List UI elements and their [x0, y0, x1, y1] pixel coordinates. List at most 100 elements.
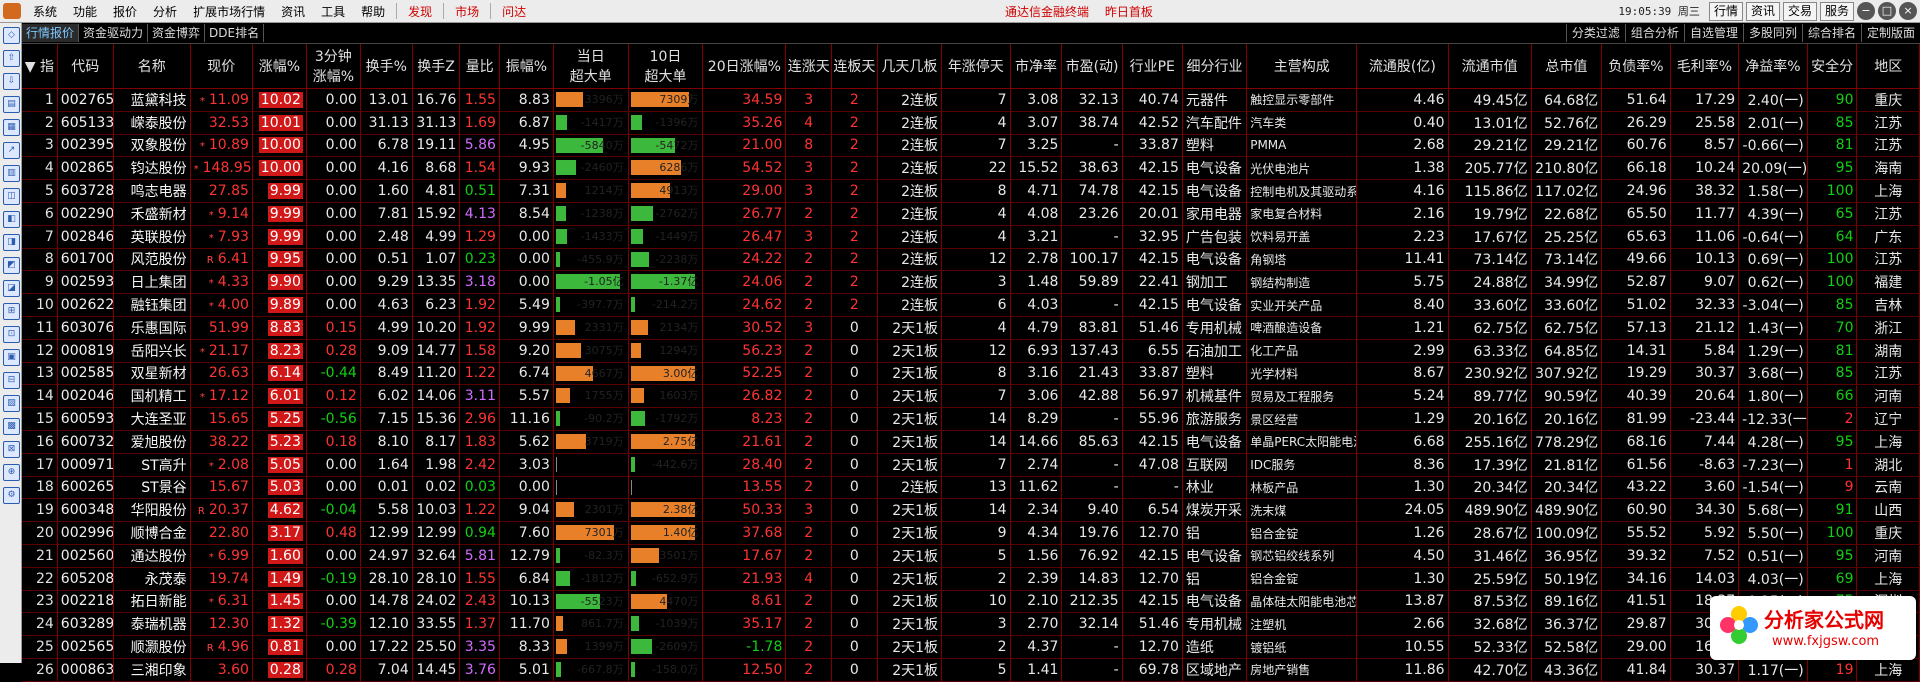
- column-header-7[interactable]: 换手Z: [412, 44, 461, 89]
- toolbar-icon-17[interactable]: ▩: [3, 418, 20, 435]
- notice-1[interactable]: 通达信金融终端: [1005, 5, 1089, 19]
- toolbar-icon-19[interactable]: ⊕: [3, 464, 20, 481]
- toolbar-icon-18[interactable]: ⊠: [3, 441, 20, 458]
- service-button[interactable]: 服务: [1819, 1, 1854, 21]
- tab-quotes[interactable]: 行情报价: [22, 24, 80, 42]
- table-row[interactable]: 16 600732 爱旭股份 38.22 5.23 0.18 8.10 8.17 1.83 5.6…: [22, 430, 1920, 454]
- table-row[interactable]: 3 002395 双象股份 * 10.89 10.00 0.00 6.78 19.11 5.86 4…: [22, 134, 1920, 158]
- toolbar-icon-8[interactable]: ◧: [3, 211, 20, 228]
- column-header-17[interactable]: 市净率: [1010, 44, 1063, 89]
- table-row[interactable]: 21 002560 通达股份 * 6.99 1.60 0.00 24.97 32.64 5.81 1…: [22, 544, 1920, 568]
- table-row[interactable]: 5 603728 鸣志电器 27.85 9.99 0.00 1.60 4.81 0.51 7.31…: [22, 179, 1920, 203]
- menu-item-6[interactable]: 工具: [313, 3, 353, 20]
- toolbar-icon-9[interactable]: ◨: [3, 234, 20, 251]
- table-row[interactable]: 12 000819 岳阳兴长 * 21.17 8.23 0.28 9.09 14.77 1.58 9…: [22, 339, 1920, 363]
- menu-item-4[interactable]: 扩展市场行情: [185, 3, 273, 20]
- menu-red-item-1[interactable]: 市场: [447, 3, 487, 20]
- toolbar-icon-7[interactable]: ◫: [3, 188, 20, 205]
- column-header-26[interactable]: 毛利率%: [1670, 44, 1740, 89]
- column-header-1[interactable]: 代码: [57, 44, 114, 89]
- column-header-28[interactable]: 安全分: [1807, 44, 1858, 89]
- toolbar-icon-12[interactable]: ⊞: [3, 303, 20, 320]
- column-header-27[interactable]: 净益率%: [1738, 44, 1808, 89]
- menu-red-item-2[interactable]: 问达: [494, 3, 534, 20]
- tab-watchlist-manage[interactable]: 自选管理: [1683, 24, 1743, 42]
- column-header-11[interactable]: 10日 超大单: [628, 44, 704, 89]
- table-row[interactable]: 23 002218 拓日新能 * 6.31 1.45 0.00 14.78 24.02 2.43 1…: [22, 590, 1920, 614]
- column-header-3[interactable]: 现价: [190, 44, 253, 89]
- trade-button[interactable]: 交易: [1782, 1, 1817, 21]
- column-header-18[interactable]: 市盈(动): [1061, 44, 1123, 89]
- column-header-29[interactable]: 地区: [1856, 44, 1920, 89]
- menu-item-1[interactable]: 功能: [65, 3, 105, 20]
- toolbar-icon-6[interactable]: ▥: [3, 165, 20, 182]
- column-header-25[interactable]: 负债率%: [1601, 44, 1671, 89]
- toolbar-icon-3[interactable]: ▤: [3, 96, 20, 113]
- column-header-6[interactable]: 换手%: [360, 44, 413, 89]
- tab-category-filter[interactable]: 分类过滤: [1565, 24, 1625, 42]
- menu-item-5[interactable]: 资讯: [273, 3, 313, 20]
- table-row[interactable]: 13 002585 双星新材 26.63 6.14 -0.44 8.49 11.20 1.22 6…: [22, 362, 1920, 386]
- column-header-14[interactable]: 连板天: [831, 44, 878, 89]
- toolbar-icon-11[interactable]: ◪: [3, 280, 20, 297]
- table-row[interactable]: 7 002846 英联股份 * 7.93 9.99 0.00 2.48 4.99 1.29 0.00…: [22, 225, 1920, 249]
- tab-dde-rank[interactable]: DDE排名: [205, 24, 265, 42]
- toolbar-icon-10[interactable]: ◩: [3, 257, 20, 274]
- toolbar-icon-15[interactable]: ⊟: [3, 372, 20, 389]
- column-header-12[interactable]: 20日涨幅%: [702, 44, 787, 89]
- column-header-2[interactable]: 名称: [113, 44, 191, 89]
- toolbar-icon-14[interactable]: ▣: [3, 349, 20, 366]
- menu-item-3[interactable]: 分析: [145, 3, 185, 20]
- toolbar-icon-4[interactable]: ▦: [3, 119, 20, 136]
- column-header-8[interactable]: 量比: [459, 44, 500, 89]
- column-header-15[interactable]: 几天几板: [877, 44, 943, 89]
- tab-custom-layout[interactable]: 定制版面: [1860, 24, 1920, 42]
- column-header-0[interactable]: ▼ 指: [22, 44, 58, 89]
- notice-2[interactable]: 昨日首板: [1105, 5, 1153, 19]
- column-header-9[interactable]: 振幅%: [499, 44, 554, 89]
- toolbar-icon-16[interactable]: ▨: [3, 395, 20, 412]
- table-row[interactable]: 17 000971 ST高升 * 2.08 5.05 0.00 1.64 1.98 2.42 3.0…: [22, 453, 1920, 477]
- column-header-24[interactable]: 总市值: [1531, 44, 1603, 89]
- tab-combo-analysis[interactable]: 组合分析: [1624, 24, 1684, 42]
- table-row[interactable]: 6 002290 禾盛新材 * 9.14 9.99 0.00 7.81 15.92 4.13 8.5…: [22, 202, 1920, 226]
- column-header-4[interactable]: 涨幅%: [252, 44, 307, 89]
- toolbar-icon-20[interactable]: ⚙: [3, 487, 20, 504]
- column-header-10[interactable]: 当日 超大单: [553, 44, 629, 89]
- menu-item-7[interactable]: 帮助: [353, 3, 393, 20]
- quote-button[interactable]: 行情: [1708, 1, 1743, 21]
- column-header-13[interactable]: 连涨天: [785, 44, 833, 89]
- table-row[interactable]: 10 002622 融钰集团 * 4.00 9.89 0.00 4.63 6.23 1.92 5.4…: [22, 293, 1920, 317]
- column-header-19[interactable]: 行业PE: [1122, 44, 1183, 89]
- table-row[interactable]: 1 002765 蓝黛科技 * 11.09 10.02 0.00 13.01 16.76 1.55…: [22, 88, 1920, 112]
- toolbar-icon-13[interactable]: ⊡: [3, 326, 20, 343]
- maximize-icon[interactable]: □: [1878, 2, 1896, 20]
- tab-overall-rank[interactable]: 综合排名: [1801, 24, 1861, 42]
- tab-fund-game[interactable]: 资金博弈: [148, 24, 206, 42]
- menu-item-0[interactable]: 系统: [25, 3, 65, 20]
- column-header-22[interactable]: 流通股(亿): [1356, 44, 1449, 89]
- table-row[interactable]: 20 002996 顺博合金 22.80 3.17 0.48 12.99 12.99 0.94 7…: [22, 521, 1920, 545]
- table-row[interactable]: 22 605208 永茂泰 19.74 1.49 -0.19 28.10 28.10 1.55 6…: [22, 567, 1920, 591]
- toolbar-icon-1[interactable]: ⇧: [3, 50, 20, 67]
- toolbar-icon-5[interactable]: ↗: [3, 142, 20, 159]
- table-row[interactable]: 19 600348 华阳股份 R 20.37 4.62 -0.04 5.58 10.03 1.22…: [22, 498, 1920, 523]
- table-row[interactable]: 11 603076 乐惠国际 51.99 8.83 0.15 4.99 10.20 1.92 9.…: [22, 316, 1920, 340]
- table-row[interactable]: 26 000863 三湘印象 3.60 0.28 0.28 7.04 14.45 3.76 5.0…: [22, 658, 1920, 682]
- table-row[interactable]: 4 002865 钧达股份 * 148.95 10.00 0.00 4.16 8.68 1.54 9…: [22, 156, 1920, 181]
- menu-red-item-0[interactable]: 发现: [400, 3, 440, 20]
- table-row[interactable]: 2 605133 嵘泰股份 32.53 10.01 0.00 31.13 31.13 1.69 6…: [22, 111, 1920, 135]
- info-button[interactable]: 资讯: [1745, 1, 1780, 21]
- table-row[interactable]: 25 002565 顺灏股份 R 4.96 0.81 0.00 17.22 25.50 3.35 8…: [22, 635, 1920, 659]
- table-row[interactable]: 9 002593 日上集团 * 4.33 9.90 0.00 9.29 13.35 3.18 0.0…: [22, 270, 1920, 295]
- toolbar-icon-0[interactable]: ◇: [3, 27, 20, 44]
- minimize-icon[interactable]: −: [1857, 2, 1875, 20]
- column-header-16[interactable]: 年涨停天: [941, 44, 1011, 89]
- column-header-21[interactable]: 主营构成: [1246, 44, 1358, 89]
- column-header-23[interactable]: 流通市值: [1448, 44, 1532, 89]
- column-header-20[interactable]: 细分行业: [1182, 44, 1248, 89]
- toolbar-icon-2[interactable]: ⇩: [3, 73, 20, 90]
- table-row[interactable]: 18 600265 ST景谷 15.67 5.03 0.00 0.01 0.02 0.03 0.0…: [22, 476, 1920, 500]
- table-row[interactable]: 24 603289 泰瑞机器 12.30 1.32 -0.39 12.10 33.55 1.37…: [22, 612, 1920, 637]
- tab-multi-stock[interactable]: 多股同列: [1742, 24, 1802, 42]
